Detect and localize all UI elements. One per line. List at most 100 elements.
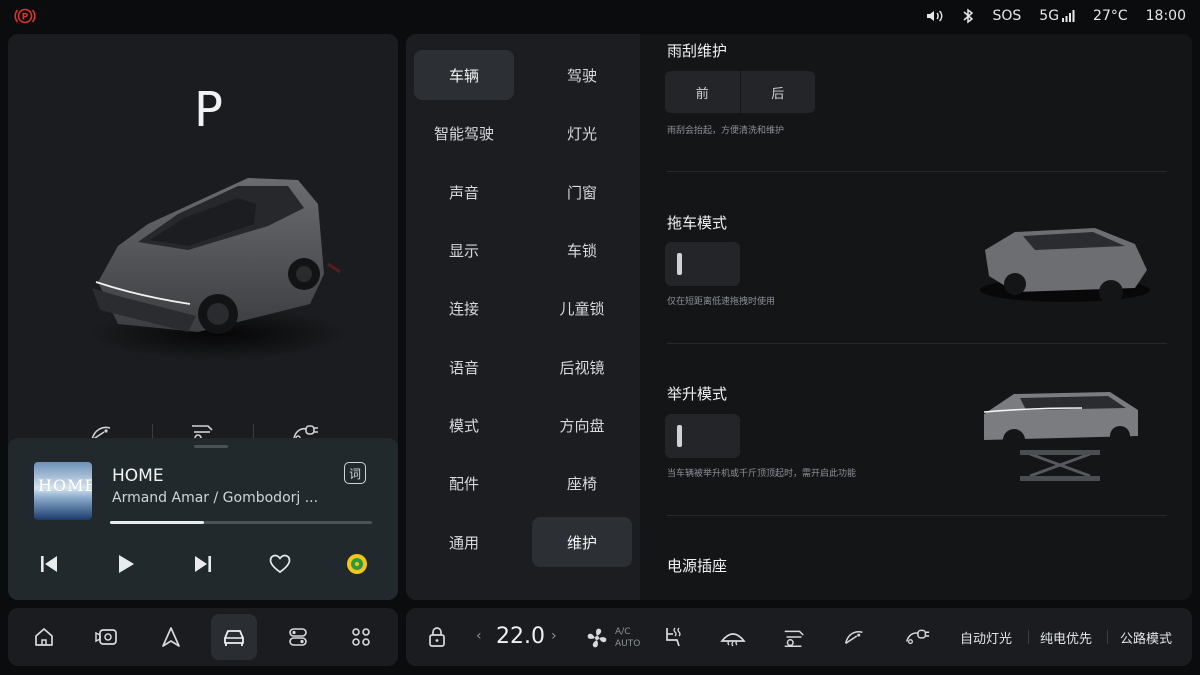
ac-auto-label[interactable]: A/C AUTO: [615, 626, 640, 650]
drag-handle[interactable]: [194, 445, 228, 448]
auto-label: AUTO: [615, 639, 641, 649]
apps-icon[interactable]: [345, 621, 377, 653]
wiper-segmented-control: 前 后: [665, 71, 815, 113]
volume-icon[interactable]: [926, 9, 944, 23]
vehicle-image: [78, 164, 348, 374]
song-title: HOME: [112, 466, 164, 486]
lift-mode-illustration: [970, 384, 1150, 484]
lyrics-button[interactable]: 词: [344, 462, 366, 484]
nav-voice[interactable]: 语音: [414, 342, 514, 392]
maintenance-content: 雨刮维护 前 后 雨刮会抬起，方便清洗和维护 拖车模式 仅在短距离低速拖拽时使用…: [640, 34, 1192, 600]
power-socket-title: 电源插座: [667, 557, 728, 575]
divider: [1107, 630, 1108, 644]
progress-fill: [110, 521, 205, 524]
play-button[interactable]: [112, 550, 140, 578]
temperature-increase-icon[interactable]: ›: [551, 628, 557, 644]
album-art[interactable]: HOME: [34, 462, 92, 520]
nav-seats[interactable]: 座椅: [532, 458, 632, 508]
artist-name: Armand Amar / Gombodorj ...: [112, 490, 319, 506]
nav-accessories[interactable]: 配件: [414, 458, 514, 508]
lift-mode-toggle[interactable]: [665, 414, 740, 458]
media-card[interactable]: HOME HOME Armand Amar / Gombodorj ... 词: [8, 438, 398, 600]
nav-label: 声音: [448, 183, 479, 202]
nav-label: 显示: [448, 241, 479, 260]
auto-light-button[interactable]: 自动灯光: [960, 628, 1012, 647]
sos-label[interactable]: SOS: [992, 8, 1021, 24]
nav-general[interactable]: 通用: [414, 517, 514, 567]
lift-mode-hint: 当车辆被举升机或千斤顶顶起时，需开启此功能: [667, 469, 857, 479]
wiper-icon[interactable]: [842, 624, 868, 648]
nav-label: 后视镜: [559, 358, 605, 377]
temperature-label: 27°C: [1093, 8, 1128, 24]
ev-priority-button[interactable]: 纯电优先: [1040, 628, 1092, 647]
nav-label: 智能驾驶: [433, 124, 494, 143]
nav-child-lock[interactable]: 儿童锁: [532, 283, 632, 333]
network-indicator: 5G: [1039, 8, 1075, 24]
nav-lights[interactable]: 灯光: [532, 108, 632, 158]
network-label: 5G: [1039, 8, 1060, 24]
nav-steering-wheel[interactable]: 方向盘: [532, 400, 632, 450]
wiper-rear-option[interactable]: 后: [741, 71, 816, 113]
nav-label: 车锁: [566, 241, 597, 260]
nav-label: 座椅: [566, 474, 597, 493]
divider: [1028, 630, 1029, 644]
nav-vehicle[interactable]: 车辆: [414, 50, 514, 100]
defrost-icon[interactable]: [720, 625, 746, 649]
cabin-temperature: 22.0: [496, 624, 545, 649]
nav-mirrors[interactable]: 后视镜: [532, 342, 632, 392]
svg-text:P: P: [22, 13, 29, 23]
album-title: HOME: [38, 476, 92, 495]
previous-track-button[interactable]: [35, 550, 63, 578]
nav-label: 维护: [566, 533, 597, 552]
nav-display[interactable]: 显示: [414, 225, 514, 275]
fan-icon[interactable]: [584, 625, 610, 651]
camera-icon[interactable]: [91, 621, 123, 653]
favorite-heart-icon[interactable]: [266, 550, 294, 578]
ac-label: A/C: [615, 627, 631, 637]
nav-label: 驾驶: [566, 66, 597, 85]
nav-label: 方向盘: [559, 416, 605, 435]
nav-label: 门窗: [566, 183, 597, 202]
divider: [667, 515, 1167, 516]
wiper-front-option[interactable]: 前: [665, 71, 740, 113]
nav-doors-windows[interactable]: 门窗: [532, 167, 632, 217]
nav-label: 灯光: [566, 124, 597, 143]
nav-maintenance[interactable]: 维护: [532, 517, 632, 567]
tow-mode-hint: 仅在短距离低速拖拽时使用: [667, 297, 776, 307]
lock-icon[interactable]: [421, 621, 453, 653]
clock: 18:00: [1145, 8, 1186, 24]
app-dock: [8, 608, 398, 666]
nav-smart-driving[interactable]: 智能驾驶: [414, 108, 514, 158]
tow-mode-toggle[interactable]: [665, 242, 740, 286]
nav-label: 儿童锁: [559, 299, 605, 318]
next-track-button[interactable]: [189, 550, 217, 578]
nav-driving[interactable]: 驾驶: [532, 50, 632, 100]
nav-sound[interactable]: 声音: [414, 167, 514, 217]
car-icon[interactable]: [218, 621, 250, 653]
nav-locks[interactable]: 车锁: [532, 225, 632, 275]
trailer-icon[interactable]: [781, 624, 807, 650]
nav-modes[interactable]: 模式: [414, 400, 514, 450]
charge-port-icon[interactable]: [903, 624, 931, 648]
bluetooth-icon[interactable]: [962, 8, 974, 24]
tow-mode-illustration: [975, 210, 1155, 310]
seat-heating-icon[interactable]: [659, 624, 685, 650]
music-app-icon[interactable]: [343, 550, 371, 578]
road-mode-button[interactable]: 公路模式: [1120, 628, 1172, 647]
nav-label: 语音: [448, 358, 479, 377]
temperature-decrease-icon[interactable]: ‹: [476, 628, 482, 644]
parking-brake-icon: P: [14, 6, 36, 26]
nav-connect[interactable]: 连接: [414, 283, 514, 333]
nav-label: 车辆: [448, 66, 479, 85]
home-icon[interactable]: [28, 621, 60, 653]
tow-mode-title: 拖车模式: [667, 214, 728, 232]
navigation-icon[interactable]: [155, 621, 187, 653]
status-bar: P SOS 5G 27°C 18:00: [0, 0, 1200, 32]
toggle-icon[interactable]: [282, 621, 314, 653]
lift-mode-title: 举升模式: [667, 385, 728, 403]
progress-bar[interactable]: [110, 521, 372, 524]
nav-label: 配件: [448, 474, 479, 493]
gear-indicator: P: [194, 82, 223, 138]
nav-label: 连接: [448, 299, 479, 318]
divider: [667, 171, 1167, 172]
